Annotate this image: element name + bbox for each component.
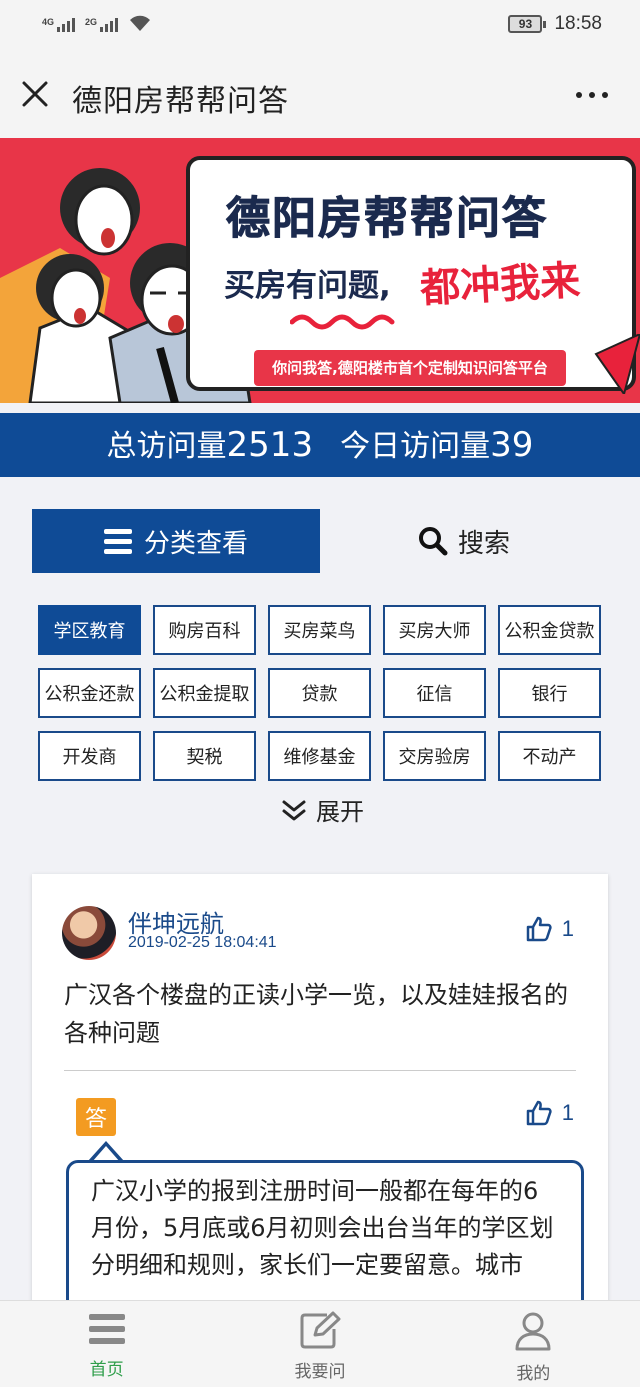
- more-options-icon[interactable]: [576, 92, 608, 98]
- category-item[interactable]: 银行: [498, 668, 601, 718]
- answer-like-count: 1: [561, 1100, 574, 1125]
- signal1-label: 4G: [42, 17, 55, 27]
- post-time: 2019-02-25 18:04:41: [128, 934, 277, 951]
- category-item[interactable]: 不动产: [498, 731, 601, 781]
- status-bar: 4G 2G 93 18:58: [0, 0, 640, 52]
- answer-like-button[interactable]: 1: [526, 1100, 574, 1126]
- signal-4g-icon: 4G: [42, 17, 76, 32]
- banner-title: 德阳房帮帮问答: [226, 193, 548, 245]
- banner-subtitle: 买房有问题,: [224, 268, 391, 304]
- category-item[interactable]: 学区教育: [38, 605, 141, 655]
- corner-arrow-decoration: [594, 334, 640, 394]
- question-card[interactable]: 伴坤远航 2019-02-25 18:04:41 1 广汉各个楼盘的正读小学一览…: [32, 874, 608, 1314]
- category-item[interactable]: 公积金提取: [153, 668, 256, 718]
- answer-bubble-pointer: [88, 1141, 124, 1162]
- banner-card: 德阳房帮帮问答 买房有问题, 都冲我来 你问我答,德阳楼市首个定制知识问答平台: [186, 156, 636, 391]
- category-item[interactable]: 交房验房: [383, 731, 486, 781]
- tab-search-label: 搜索: [457, 528, 510, 559]
- category-item[interactable]: 公积金还款: [38, 668, 141, 718]
- promo-banner[interactable]: 德阳房帮帮问答 买房有问题, 都冲我来 你问我答,德阳楼市首个定制知识问答平台: [0, 138, 640, 403]
- tab-category[interactable]: 分类查看: [32, 509, 320, 573]
- category-item[interactable]: 买房大师: [383, 605, 486, 655]
- category-item[interactable]: 贷款: [268, 668, 371, 718]
- answer-badge: 答: [76, 1098, 116, 1136]
- nav-ask-label: 我要问: [294, 1362, 346, 1382]
- battery-level: 93: [518, 17, 533, 31]
- avatar[interactable]: [62, 906, 116, 960]
- home-menu-icon: [88, 1314, 125, 1344]
- category-item[interactable]: 公积金贷款: [498, 605, 601, 655]
- clock: 18:58: [554, 13, 602, 34]
- answer-text[interactable]: 广汉小学的报到注册时间一般都在每年的6月份，5月底或6月初则会出台当年的学区划分…: [66, 1160, 584, 1314]
- bottom-nav: 首页 我要问 我的: [0, 1300, 640, 1387]
- thumbs-up-icon: [526, 916, 552, 942]
- search-icon: [418, 527, 448, 556]
- thumbs-up-icon: [526, 1100, 552, 1126]
- visit-stats: 总访问量2513 今日访问量39: [0, 413, 640, 477]
- nav-mine[interactable]: 我的: [427, 1301, 640, 1387]
- squiggle-decoration: [290, 314, 395, 330]
- category-item[interactable]: 维修基金: [268, 731, 371, 781]
- total-visits-value: 2513: [226, 425, 314, 465]
- page-title: 德阳房帮帮问答: [72, 84, 289, 119]
- edit-icon: [300, 1311, 341, 1349]
- today-visits-value: 39: [490, 425, 534, 465]
- battery-icon: 93: [508, 15, 547, 33]
- category-item[interactable]: 买房菜鸟: [268, 605, 371, 655]
- nav-home[interactable]: 首页: [0, 1301, 213, 1387]
- wifi-icon: [130, 15, 151, 31]
- close-icon[interactable]: [20, 79, 50, 109]
- nav-mine-label: 我的: [516, 1364, 551, 1384]
- banner-slogan: 都冲我来: [419, 257, 582, 313]
- divider: [64, 1070, 576, 1071]
- nav-ask[interactable]: 我要问: [213, 1301, 426, 1387]
- tab-category-label: 分类查看: [143, 528, 248, 559]
- menu-icon: [103, 528, 132, 554]
- category-item[interactable]: 契税: [153, 731, 256, 781]
- question-like-button[interactable]: 1: [526, 916, 574, 942]
- nav-home-label: 首页: [89, 1360, 124, 1380]
- expand-button[interactable]: 展开: [280, 792, 364, 827]
- question-like-count: 1: [561, 916, 574, 941]
- banner-tagline: 你问我答,德阳楼市首个定制知识问答平台: [254, 350, 566, 386]
- chevron-double-down-icon: [282, 800, 306, 820]
- category-grid: 学区教育 购房百科 买房菜鸟 买房大师 公积金贷款 公积金还款 公积金提取 贷款…: [38, 605, 604, 781]
- user-icon: [515, 1312, 551, 1351]
- expand-label: 展开: [316, 798, 364, 826]
- category-item[interactable]: 征信: [383, 668, 486, 718]
- question-text[interactable]: 广汉各个楼盘的正读小学一览，以及娃娃报名的各种问题: [64, 976, 576, 1052]
- tab-search[interactable]: 搜索: [320, 509, 608, 573]
- category-item[interactable]: 开发商: [38, 731, 141, 781]
- title-bar: 德阳房帮帮问答: [0, 52, 640, 138]
- total-visits-label: 总访问量: [106, 429, 227, 464]
- signal-2g-icon: 2G: [85, 17, 119, 32]
- category-item[interactable]: 购房百科: [153, 605, 256, 655]
- signal2-label: 2G: [85, 17, 98, 27]
- today-visits-label: 今日访问量: [340, 429, 491, 464]
